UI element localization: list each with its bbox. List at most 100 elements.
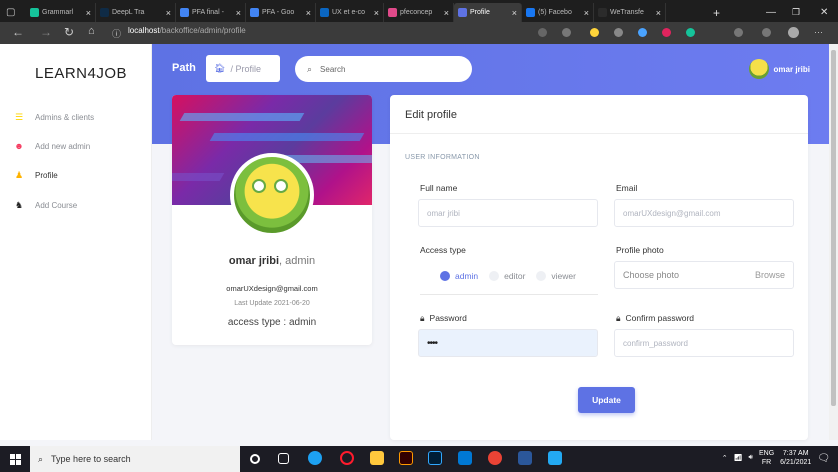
more-menu-icon[interactable]: ··· — [814, 27, 823, 37]
vscode-icon[interactable] — [548, 451, 562, 465]
tab-favicon-icon — [30, 8, 39, 17]
profile-email: omarUXdesign@gmail.com — [226, 284, 318, 293]
cortana-icon[interactable] — [250, 454, 260, 464]
illustrator-icon[interactable] — [399, 451, 413, 465]
sidebar-item-label: Add Course — [35, 200, 78, 210]
radio-admin[interactable] — [440, 271, 450, 281]
photoshop-icon[interactable] — [428, 451, 442, 465]
word-icon[interactable] — [518, 451, 532, 465]
tray-chevron-icon[interactable]: ⌃ — [722, 454, 728, 462]
profile-last-update: Last Update 2021-06-20 — [234, 300, 310, 307]
profile-avatar[interactable] — [230, 153, 314, 237]
confirm-password-label: 🔒︎ Confirm password — [616, 313, 694, 324]
sidebar-item-profile[interactable]: ♟ Profile — [0, 164, 152, 186]
grammarly-icon[interactable] — [686, 28, 695, 37]
back-icon[interactable]: ← — [12, 25, 24, 39]
tab-pfa-final[interactable]: PFA final - × — [176, 3, 246, 22]
close-tab-icon[interactable]: × — [166, 8, 171, 18]
close-tab-icon[interactable]: × — [584, 8, 589, 18]
profile-photo-input[interactable]: Choose photo Browse — [614, 261, 794, 289]
home-icon[interactable]: ⌂ — [88, 25, 95, 37]
tab-deepl-tra[interactable]: DeepL Tra × — [96, 3, 176, 22]
favorites-icon[interactable] — [734, 28, 743, 37]
close-window-button[interactable]: ✕ — [816, 3, 832, 22]
tab-ux-et-e-co[interactable]: UX et e-co × — [316, 3, 384, 22]
language-indicator[interactable]: ENG FR — [759, 449, 774, 467]
sidebar-item-add-course[interactable]: ♞ Add Course — [0, 194, 152, 216]
task-view-icon[interactable] — [278, 453, 289, 464]
new-tab-button[interactable]: + — [709, 3, 729, 22]
read-aloud-icon[interactable] — [562, 28, 571, 37]
tab-wetransfe[interactable]: WeTransfe × — [594, 3, 666, 22]
password-label: 🔒︎ Password — [420, 313, 467, 324]
close-tab-icon[interactable]: × — [236, 8, 241, 18]
mail-icon[interactable] — [458, 451, 472, 465]
divider — [420, 294, 598, 295]
address-bar: ← → ↻ ⌂ ⓘ localhost/backoffice/admin/pro… — [0, 22, 838, 44]
tab-profile[interactable]: Profile × — [454, 3, 522, 22]
tab-grammarl[interactable]: Grammarl × — [26, 3, 96, 22]
close-tab-icon[interactable]: × — [444, 8, 449, 18]
app-logo[interactable]: LEARN4JOB — [35, 65, 127, 82]
volume-icon[interactable]: 🔊︎ — [749, 454, 753, 462]
network-icon[interactable]: 📶︎ — [734, 454, 743, 462]
browser-avatar[interactable] — [788, 27, 799, 38]
scrollbar-thumb[interactable] — [831, 50, 836, 406]
tab-actions-icon[interactable]: ▢ — [2, 3, 22, 22]
email-field[interactable]: omarUXdesign@gmail.com — [614, 199, 794, 227]
extension-icon[interactable] — [638, 28, 647, 37]
lang: ENG — [758, 450, 775, 457]
section-heading: USER INFORMATION — [405, 154, 480, 161]
tab-5-facebo[interactable]: (5) Facebo × — [522, 3, 594, 22]
url-host: localhost — [128, 26, 160, 35]
extension-icon[interactable] — [614, 28, 623, 37]
close-tab-icon[interactable]: × — [374, 8, 379, 18]
list-icon: ☰ — [14, 111, 24, 122]
profile-access-type: access type : admin — [227, 317, 317, 328]
password-field[interactable]: •••• — [418, 329, 598, 357]
close-tab-icon[interactable]: × — [656, 8, 661, 18]
home-icon[interactable]: 🏠︎ — [214, 63, 225, 74]
search-placeholder: Search — [320, 64, 346, 74]
tab-pfeconcep[interactable]: pfeconcep × — [384, 3, 454, 22]
avatar — [748, 59, 769, 79]
update-button[interactable]: Update — [578, 387, 635, 413]
extension-icon[interactable] — [590, 28, 599, 37]
close-tab-icon[interactable]: × — [512, 8, 517, 18]
extension-icon[interactable] — [662, 28, 671, 37]
notification-icon[interactable]: 🗨︎ — [817, 453, 830, 464]
close-tab-icon[interactable]: × — [306, 8, 311, 18]
collections-icon[interactable] — [762, 28, 771, 37]
refresh-icon[interactable]: ↻ — [64, 25, 74, 39]
taskbar-search[interactable]: ⌕ Type here to search — [30, 446, 240, 472]
breadcrumb[interactable]: 🏠︎ / Profile — [206, 55, 280, 82]
windows-start-icon[interactable] — [10, 454, 21, 465]
tab-pfa-goo[interactable]: PFA - Goo × — [246, 3, 316, 22]
search-input[interactable]: ⌕ Search — [295, 56, 472, 82]
maximize-button[interactable]: ❐ — [788, 3, 804, 22]
confirm-password-field[interactable]: confirm_password — [614, 329, 794, 357]
search-page-icon[interactable] — [538, 28, 547, 37]
tab-favicon-icon — [320, 8, 329, 17]
file-explorer-icon[interactable] — [370, 451, 384, 465]
radio-viewer[interactable] — [536, 271, 547, 281]
clock[interactable]: 7:37 AM 6/21/2021 — [780, 449, 811, 467]
opera-icon[interactable] — [340, 451, 354, 465]
url-field[interactable]: localhost/backoffice/admin/profile — [128, 26, 246, 35]
edge-icon[interactable] — [308, 451, 322, 465]
minimize-button[interactable]: — — [762, 3, 780, 22]
user-icon: ♟ — [14, 169, 24, 180]
user-menu[interactable]: omar jribi — [748, 59, 810, 79]
sidebar-item-add-new-admin[interactable]: ☻ Add new admin — [0, 135, 152, 157]
radio-editor[interactable] — [489, 271, 500, 281]
chrome-icon[interactable] — [488, 451, 502, 465]
tab-label: Profile — [470, 9, 490, 16]
close-tab-icon[interactable]: × — [86, 8, 91, 18]
page-scrollbar[interactable] — [829, 44, 838, 440]
sidebar-item-admins-clients[interactable]: ☰ Admins & clients — [0, 106, 152, 128]
forward-icon[interactable]: → — [40, 25, 52, 39]
full-name-field[interactable]: omar jribi — [418, 199, 598, 227]
info-icon[interactable]: ⓘ — [112, 27, 121, 40]
browse-button[interactable]: Browse — [755, 270, 785, 280]
time: 7:37 AM — [782, 450, 809, 457]
